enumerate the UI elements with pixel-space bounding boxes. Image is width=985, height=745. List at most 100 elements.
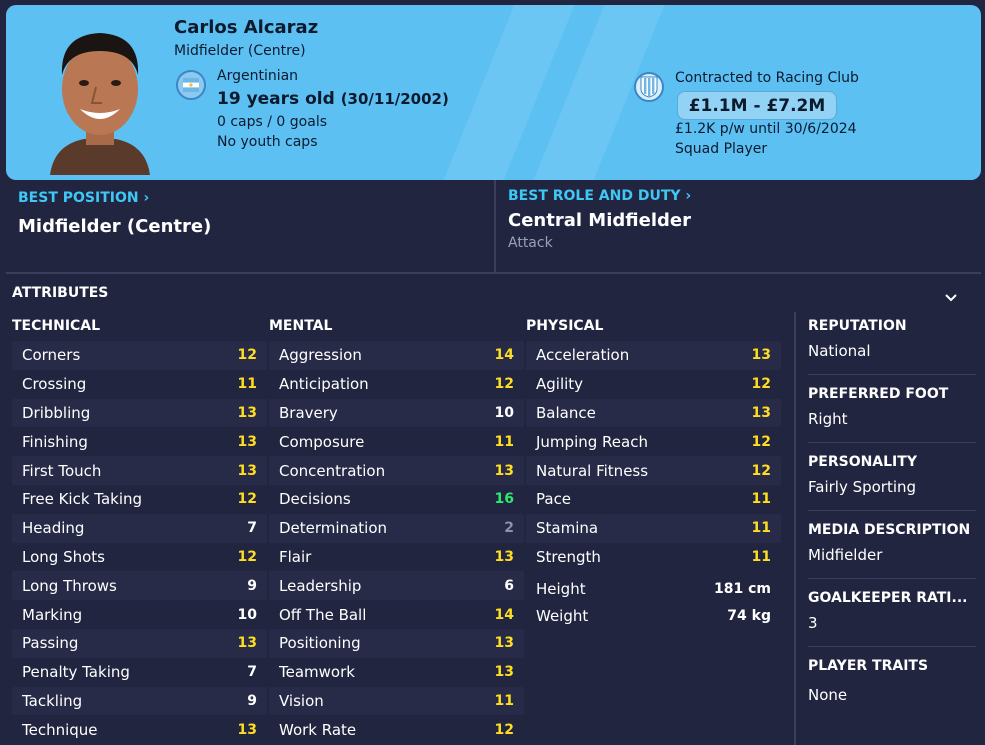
attribute-name: Finishing [22,432,88,451]
attribute-row[interactable]: Heading 7 [12,513,267,543]
attribute-row[interactable]: Stamina 11 [526,513,781,543]
attribute-row[interactable]: Teamwork 13 [269,658,524,687]
reputation-label: REPUTATION [808,318,907,334]
attribute-row[interactable]: Composure 11 [269,427,524,456]
attribute-row[interactable]: Anticipation 12 [269,370,524,399]
attribute-value: 12 [237,491,257,508]
height-label: Height [536,579,586,598]
player-header-card: Carlos Alcaraz Midfielder (Centre) Argen… [6,5,981,180]
attribute-name: Work Rate [279,720,357,739]
player-nationality[interactable]: Argentinian [217,68,298,84]
attribute-row[interactable]: Off The Ball 14 [269,600,524,629]
attribute-row[interactable]: Jumping Reach 12 [526,427,781,456]
attribute-row[interactable]: Balance 13 [526,398,781,428]
attribute-row[interactable]: Passing 13 [12,628,267,658]
best-role-duty: Attack [508,235,553,251]
attribute-value: 12 [751,376,771,393]
attribute-row[interactable]: Concentration 13 [269,456,524,485]
attribute-value: 12 [237,548,257,565]
attribute-name: Jumping Reach [536,432,648,451]
attribute-row[interactable]: Natural Fitness 12 [526,456,781,485]
attribute-name: Off The Ball [279,605,367,624]
personality-label: PERSONALITY [808,454,917,470]
player-traits-label: PLAYER TRAITS [808,658,929,674]
goalkeeper-rating-label: GOALKEEPER RATI... [808,590,968,606]
attribute-row[interactable]: Work Rate 12 [269,715,524,744]
attribute-value: 7 [247,664,257,681]
best-position-label-text: BEST POSITION [18,190,139,206]
attribute-row[interactable]: Agility 12 [526,370,781,399]
attribute-row[interactable]: Crossing 11 [12,370,267,399]
attribute-row[interactable]: Leadership 6 [269,571,524,601]
attribute-row[interactable]: Determination 2 [269,513,524,543]
attribute-row[interactable]: Decisions 16 [269,485,524,514]
attribute-row[interactable]: Bravery 10 [269,398,524,428]
attribute-row[interactable]: Strength 11 [526,543,781,572]
attribute-name: Concentration [279,461,386,480]
attribute-row[interactable]: Marking 10 [12,600,267,629]
attribute-value: 12 [494,376,514,393]
best-role-label[interactable]: BEST ROLE AND DUTY › [508,188,691,204]
attribute-value: 11 [494,692,514,709]
attribute-row[interactable]: Penalty Taking 7 [12,658,267,687]
attribute-row[interactable]: Flair 13 [269,543,524,572]
attribute-name: Strength [536,547,601,566]
preferred-foot-value: Right [808,410,848,428]
attribute-name: Leadership [279,576,362,595]
attribute-name: Corners [22,346,81,365]
mental-title: MENTAL [269,318,333,334]
attribute-row[interactable]: Positioning 13 [269,628,524,658]
height-value: 181 cm [714,580,771,597]
technical-attribute-list: Corners 12 Crossing 11 Dribbling 13 Finishing 1… [12,341,267,744]
attribute-value: 11 [751,520,771,537]
attribute-value: 13 [494,548,514,565]
section-divider [6,272,981,274]
attribute-value: 12 [494,721,514,738]
attribute-value: 13 [751,404,771,421]
info-divider [808,442,976,443]
attribute-name: Tackling [22,691,83,710]
attribute-name: Composure [279,432,365,451]
attribute-value: 13 [494,462,514,479]
attribute-value: 9 [247,577,257,594]
attribute-name: Aggression [279,346,362,365]
attribute-row[interactable]: Pace 11 [526,485,781,514]
attribute-row[interactable]: Vision 11 [269,686,524,716]
attribute-name: Dribbling [22,403,91,422]
attribute-name: Pace [536,490,572,509]
attribute-row[interactable]: First Touch 13 [12,456,267,485]
attribute-name: Positioning [279,634,361,653]
preferred-foot-label: PREFERRED FOOT [808,386,949,402]
best-position-label[interactable]: BEST POSITION › [18,190,149,206]
technical-title: TECHNICAL [12,318,101,334]
attribute-row[interactable]: Free Kick Taking 12 [12,485,267,514]
personality-value: Fairly Sporting [808,478,917,496]
attribute-value: 10 [237,606,257,623]
attribute-value: 11 [237,376,257,393]
transfer-value-badge[interactable]: £1.1M - £7.2M [677,91,837,120]
attribute-row[interactable]: Acceleration 13 [526,341,781,370]
attribute-row[interactable]: Long Throws 9 [12,571,267,601]
attribute-row[interactable]: Finishing 13 [12,427,267,456]
attribute-row[interactable]: Dribbling 13 [12,398,267,428]
attribute-name: Teamwork [279,663,355,682]
attribute-name: Balance [536,403,596,422]
attributes-title: ATTRIBUTES [12,285,109,301]
contract-wage: £1.2K p/w until 30/6/2024 [675,121,857,137]
chevron-down-icon[interactable] [943,292,959,304]
best-role-panel[interactable]: BEST ROLE AND DUTY › Central Midfielder … [494,180,981,272]
weight-label: Weight [536,606,589,625]
media-description-value: Midfielder [808,546,883,564]
best-position-value: Midfielder (Centre) [18,216,212,237]
attribute-row[interactable]: Long Shots 12 [12,543,267,572]
attribute-row[interactable]: Tackling 9 [12,686,267,716]
attribute-row[interactable]: Aggression 14 [269,341,524,370]
best-position-panel[interactable]: BEST POSITION › Midfielder (Centre) [6,180,493,272]
attribute-row[interactable]: Corners 12 [12,341,267,370]
contract-club[interactable]: Contracted to Racing Club [675,70,859,86]
attribute-row[interactable]: Technique 13 [12,715,267,744]
player-name[interactable]: Carlos Alcaraz [174,17,318,38]
attribute-name: Crossing [22,375,87,394]
player-traits-block: PLAYER TRAITS None [808,658,976,704]
attribute-value: 9 [247,692,257,709]
